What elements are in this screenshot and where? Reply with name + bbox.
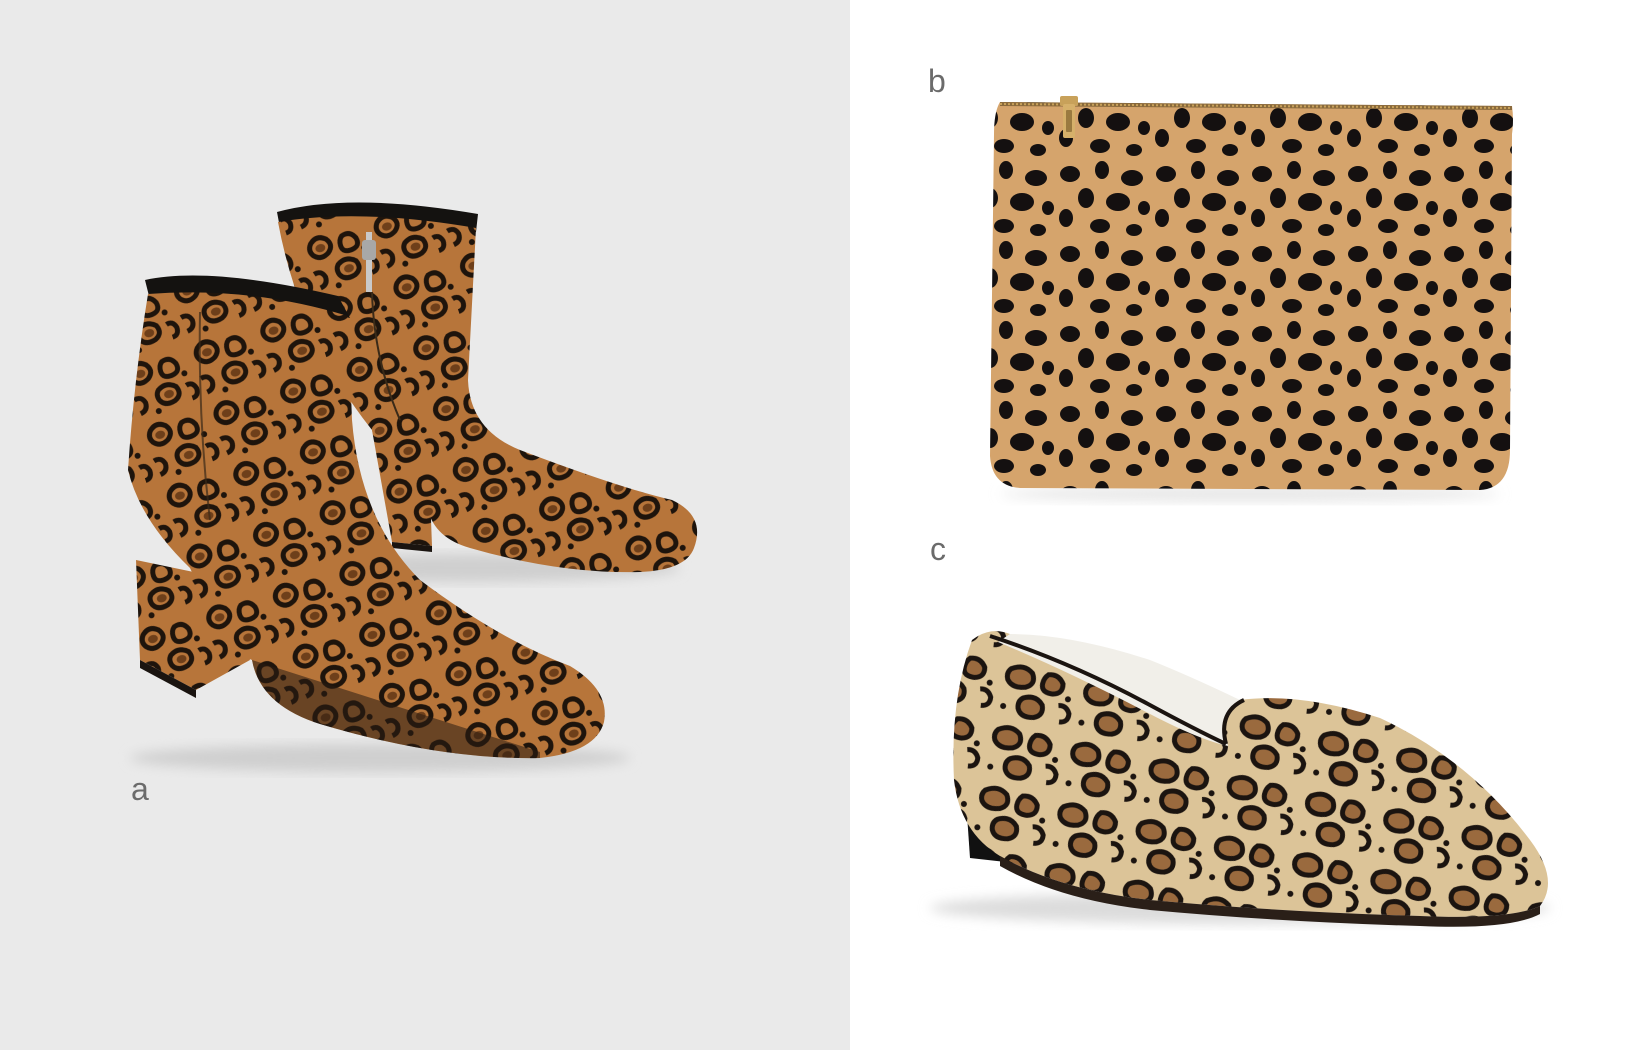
item-label-c: c [930,531,947,567]
product-collage [128,96,1550,927]
leopard-loafer-image [930,631,1550,927]
ankle-boots-image [128,202,698,772]
cheetah-clutch-image [990,96,1513,502]
item-label-a: a [131,771,150,807]
item-label-b: b [928,63,947,99]
